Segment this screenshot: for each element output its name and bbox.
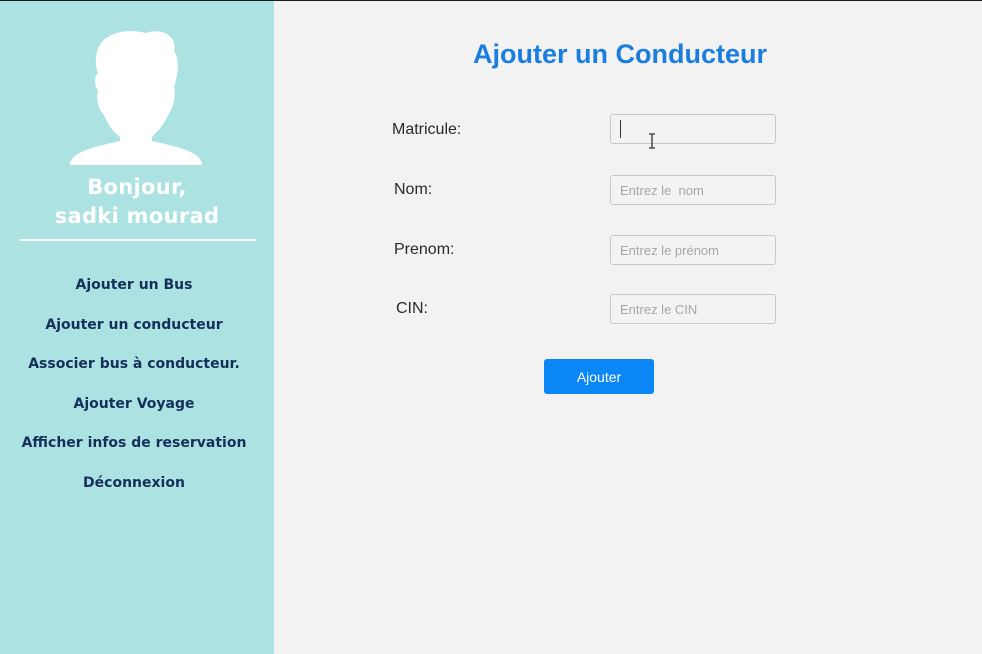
nom-input[interactable] [610, 175, 776, 205]
greeting-text: Bonjour, [87, 175, 187, 199]
sidebar-item-ajouter-conducteur[interactable]: Ajouter un conducteur [0, 315, 268, 335]
matricule-label: Matricule: [392, 121, 462, 138]
cin-label: CIN: [396, 300, 428, 317]
ibeam-cursor-icon [649, 133, 655, 149]
sidebar-divider [20, 239, 256, 241]
user-silhouette-icon [70, 31, 202, 165]
sidebar-item-deconnexion[interactable]: Déconnexion [0, 473, 268, 493]
app-window: Bonjour, sadki mourad Ajouter un Bus Ajo… [0, 0, 982, 654]
main-content: Ajouter un Conducteur Matricule: Nom: Pr… [274, 1, 982, 654]
sidebar-item-ajouter-bus[interactable]: Ajouter un Bus [0, 275, 268, 295]
sidebar-item-associer-bus[interactable]: Associer bus à conducteur. [0, 354, 268, 374]
matricule-input[interactable] [610, 114, 776, 144]
sidebar-item-afficher-reservation[interactable]: Afficher infos de reservation [0, 433, 268, 453]
text-caret [620, 120, 621, 138]
sidebar-item-ajouter-voyage[interactable]: Ajouter Voyage [0, 394, 268, 414]
ajouter-button[interactable]: Ajouter [544, 359, 654, 394]
sidebar: Bonjour, sadki mourad Ajouter un Bus Ajo… [0, 1, 274, 654]
page-title: Ajouter un Conducteur [473, 39, 767, 69]
prenom-input[interactable] [610, 235, 776, 265]
nom-label: Nom: [394, 181, 433, 198]
cin-input[interactable] [610, 294, 776, 324]
user-name: sadki mourad [54, 204, 220, 228]
prenom-label: Prenom: [394, 241, 455, 258]
